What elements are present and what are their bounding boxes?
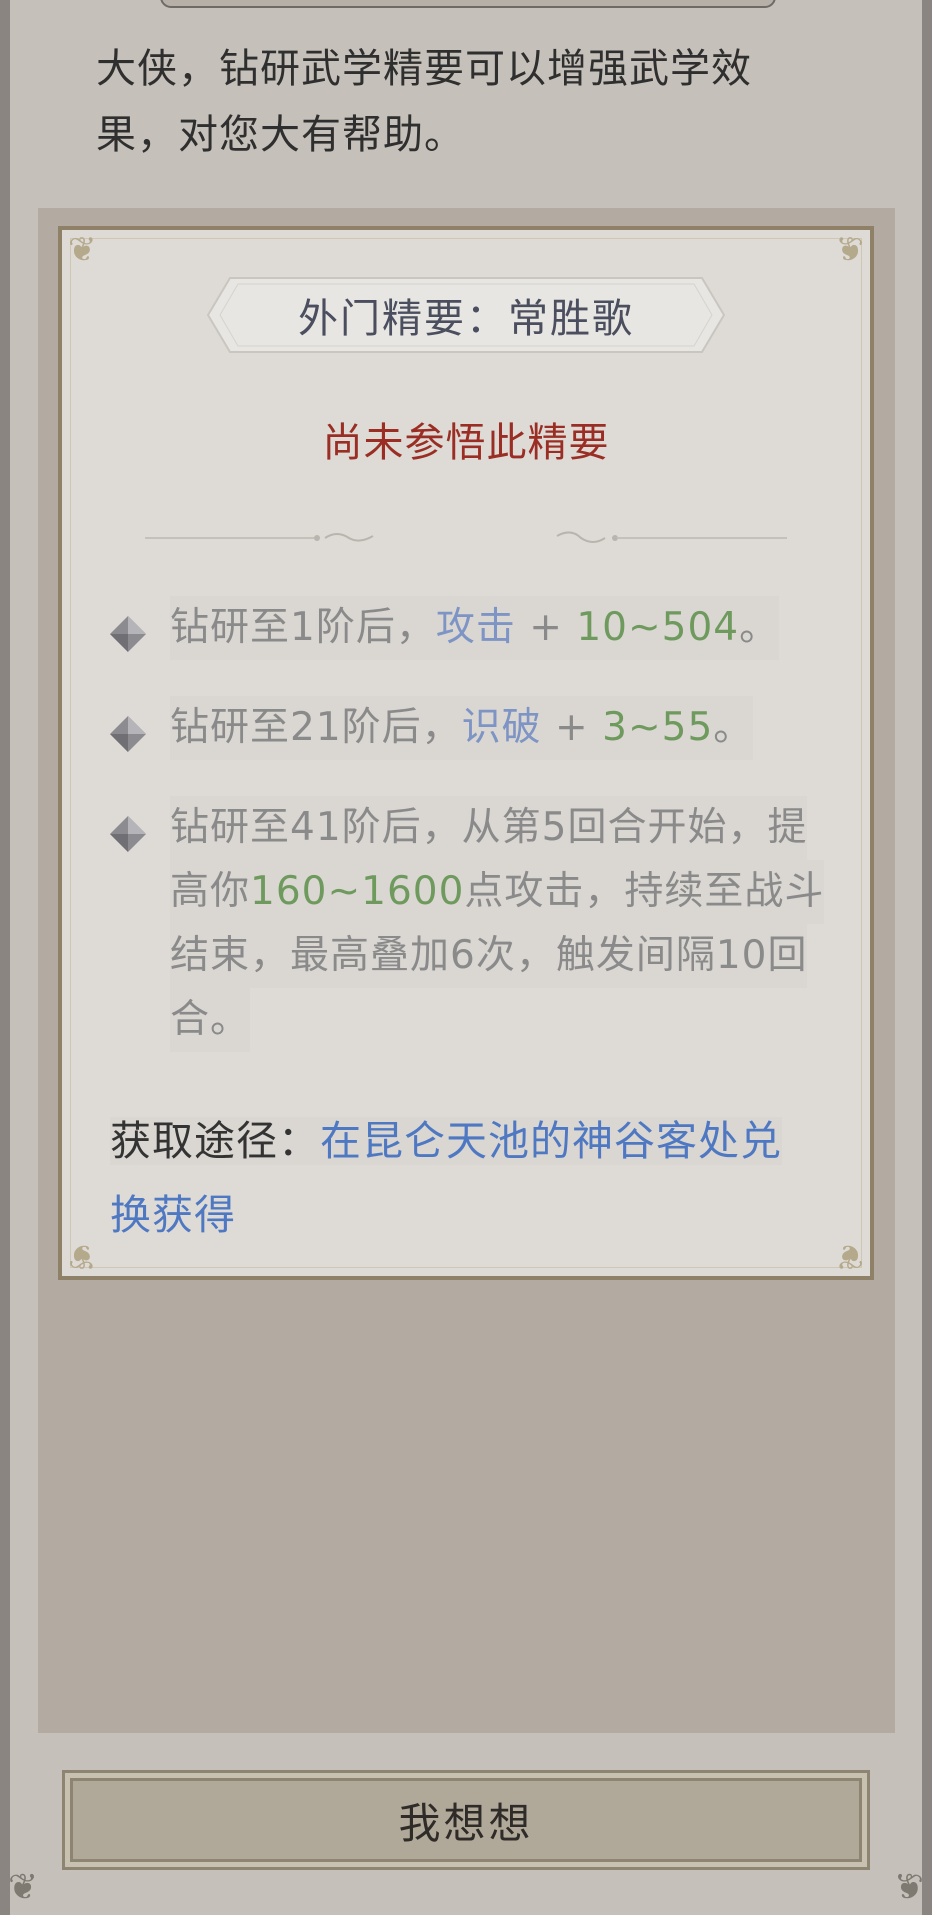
acquire-source: 获取途径：在昆仑天池的神谷客处兑 换获得 — [110, 1104, 810, 1252]
corner-ornament-icon: ❦ — [68, 1236, 97, 1276]
think-button[interactable]: 我想想 — [62, 1770, 870, 1870]
effect-item: 钻研至21阶后，识破 + 3~55。 — [108, 696, 754, 760]
stat-value: 160~1600 — [250, 869, 465, 914]
card-title: 外门精要：常胜歌 — [298, 296, 634, 342]
diamond-bullet-icon — [110, 816, 146, 852]
stat-value: 3~55 — [602, 705, 714, 750]
effect-text: 钻研至41阶后，从第5回合开始，提 高你160~1600点攻击，持续至战斗 结束… — [170, 796, 825, 1052]
corner-ornament-icon: ❦ — [68, 230, 97, 270]
acquire-label: 获取途径： — [110, 1117, 320, 1165]
stat-value: 10~504 — [576, 605, 740, 650]
effect-text: 钻研至21阶后，识破 + 3~55。 — [170, 696, 754, 760]
corner-ornament-icon: ❦ — [835, 1236, 865, 1276]
effect-item: 钻研至41阶后，从第5回合开始，提 高你160~1600点攻击，持续至战斗 结束… — [108, 796, 825, 1052]
status-text: 尚未参悟此精要 — [322, 420, 610, 466]
corner-ornament-icon: ❦ — [8, 1867, 39, 1908]
diamond-bullet-icon — [110, 716, 146, 752]
intro-text: 大侠，钻研武学精要可以增强武学效果，对您大有帮助。 — [96, 46, 752, 158]
top-tab-edge — [160, 0, 776, 8]
title-banner: 外门精要：常胜歌 — [206, 276, 726, 354]
ornamental-divider — [145, 531, 787, 543]
corner-ornament-icon: ❦ — [835, 230, 865, 270]
acquire-link[interactable]: 在昆仑天池的神谷客处兑 — [320, 1117, 782, 1165]
stat-name: 攻击 — [435, 605, 516, 650]
dialog-panel: 大侠，钻研武学精要可以增强武学效果，对您大有帮助。 ❦ ❦ ❦ ❦ 外门精要：常… — [0, 0, 932, 1915]
stat-name: 识破 — [461, 705, 542, 750]
effect-item: 钻研至1阶后，攻击 + 10~504。 — [108, 596, 780, 660]
diamond-bullet-icon — [110, 616, 146, 652]
effect-text: 钻研至1阶后，攻击 + 10~504。 — [170, 596, 780, 660]
corner-ornament-icon: ❦ — [893, 1867, 924, 1908]
acquire-link[interactable]: 换获得 — [110, 1191, 236, 1239]
